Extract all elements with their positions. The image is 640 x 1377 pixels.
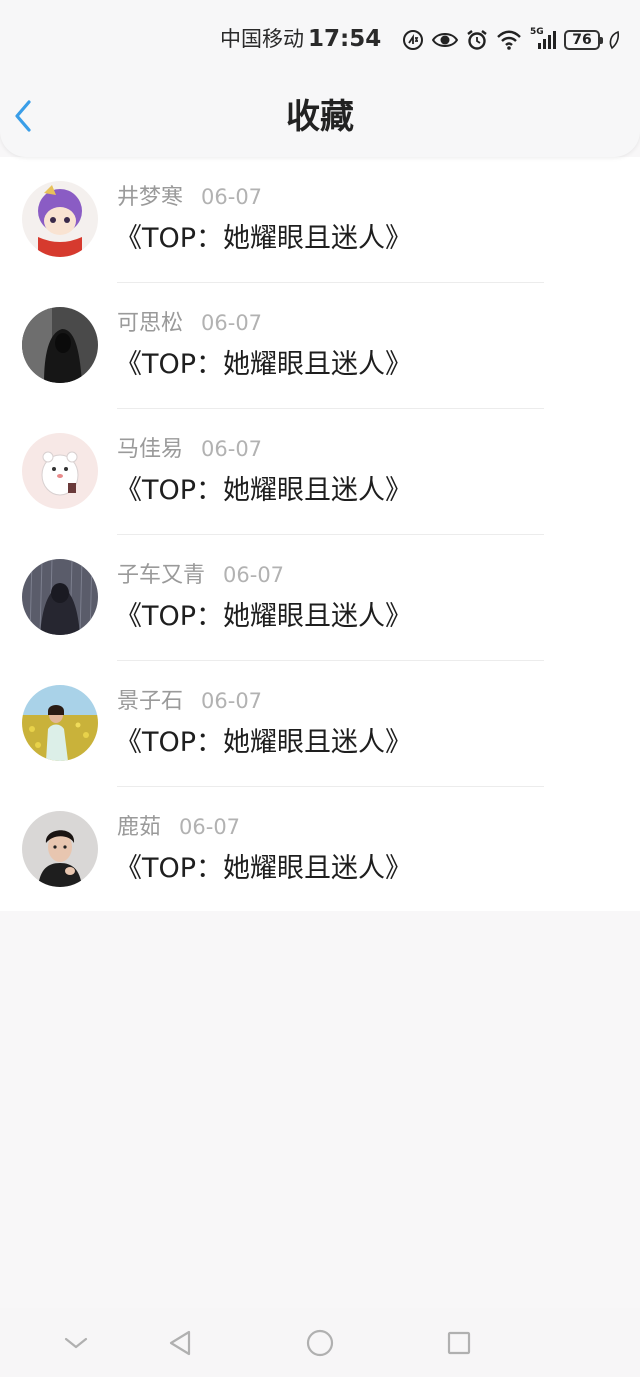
carrier-time: 中国移动 17:54 (220, 24, 381, 54)
username: 可思松 (117, 311, 184, 336)
avatar[interactable] (22, 811, 98, 887)
carrier-label: 中国移动 (220, 27, 304, 51)
date: 06-07 (201, 689, 263, 713)
list-item[interactable]: 马佳易 06-07 《TOP：她耀眼且迷人》 (0, 409, 640, 535)
item-meta: 马佳易 06-07 (117, 435, 262, 463)
avatar[interactable] (22, 559, 98, 635)
collapse-icon (64, 1337, 88, 1349)
list-item[interactable]: 可思松 06-07 《TOP：她耀眼且迷人》 (0, 283, 640, 409)
item-meta: 子车又青 06-07 (117, 561, 284, 589)
flower-field-portrait-avatar (22, 685, 98, 761)
item-title[interactable]: 《TOP：她耀眼且迷人》 (115, 851, 412, 887)
username: 马佳易 (117, 437, 184, 462)
date: 06-07 (223, 563, 285, 587)
username: 子车又青 (117, 563, 206, 588)
avatar[interactable] (22, 307, 98, 383)
network-type: 5G (530, 27, 544, 37)
list-item[interactable]: 景子石 06-07 《TOP：她耀眼且迷人》 (0, 661, 640, 787)
wifi-icon (496, 29, 522, 51)
avatar[interactable] (22, 181, 98, 257)
leaf-icon (608, 29, 620, 51)
page-title: 收藏 (286, 97, 354, 137)
list-item[interactable]: 井梦寒 06-07 《TOP：她耀眼且迷人》 (0, 157, 640, 283)
eye-icon (432, 29, 458, 51)
date: 06-07 (201, 437, 263, 461)
system-navigation-bar (0, 1308, 640, 1377)
date: 06-07 (201, 185, 263, 209)
item-meta: 景子石 06-07 (117, 687, 262, 715)
man-portrait-avatar (22, 811, 98, 887)
status-icons: 5G 76 (402, 26, 620, 54)
item-meta: 井梦寒 06-07 (117, 183, 262, 211)
favorites-list: 井梦寒 06-07 《TOP：她耀眼且迷人》 可思松 06-07 《TOP：她耀眼且… (0, 157, 640, 911)
back-triangle-icon (169, 1330, 191, 1356)
date: 06-07 (201, 311, 263, 335)
item-title[interactable]: 《TOP：她耀眼且迷人》 (115, 347, 412, 383)
list-item[interactable]: 子车又青 06-07 《TOP：她耀眼且迷人》 (0, 535, 640, 661)
item-meta: 鹿茹 06-07 (117, 813, 240, 841)
status-bar: 中国移动 17:54 5G 76 (0, 0, 640, 78)
anime-character-avatar (22, 181, 98, 257)
home-button[interactable] (303, 1326, 337, 1360)
avatar[interactable] (22, 685, 98, 761)
collapse-button[interactable] (59, 1326, 93, 1360)
clock: 17:54 (308, 26, 382, 52)
recents-button[interactable] (442, 1326, 476, 1360)
username: 井梦寒 (117, 185, 184, 210)
alarm-icon (466, 29, 488, 51)
cartoon-panda-avatar (22, 433, 98, 509)
app-header: 中国移动 17:54 5G 76 收藏 (0, 0, 640, 157)
date: 06-07 (179, 815, 241, 839)
list-item[interactable]: 鹿茹 06-07 《TOP：她耀眼且迷人》 (0, 787, 640, 913)
signal-icon: 5G (530, 27, 556, 51)
item-title[interactable]: 《TOP：她耀眼且迷人》 (115, 221, 412, 257)
item-title[interactable]: 《TOP：她耀眼且迷人》 (115, 599, 412, 635)
home-circle-icon (306, 1329, 334, 1357)
avatar[interactable] (22, 433, 98, 509)
hooded-figure-avatar (22, 307, 98, 383)
nav-bar: 收藏 (0, 80, 640, 157)
battery-icon: 76 (564, 30, 603, 50)
hd-voice-icon (402, 29, 424, 51)
item-title[interactable]: 《TOP：她耀眼且迷人》 (115, 725, 412, 761)
item-meta: 可思松 06-07 (117, 309, 262, 337)
item-title[interactable]: 《TOP：她耀眼且迷人》 (115, 473, 412, 509)
battery-level: 76 (572, 32, 592, 48)
rain-figure-avatar (22, 559, 98, 635)
recents-square-icon (447, 1331, 471, 1355)
username: 景子石 (117, 689, 184, 714)
username: 鹿茹 (117, 815, 162, 840)
back-nav-button[interactable] (163, 1326, 197, 1360)
